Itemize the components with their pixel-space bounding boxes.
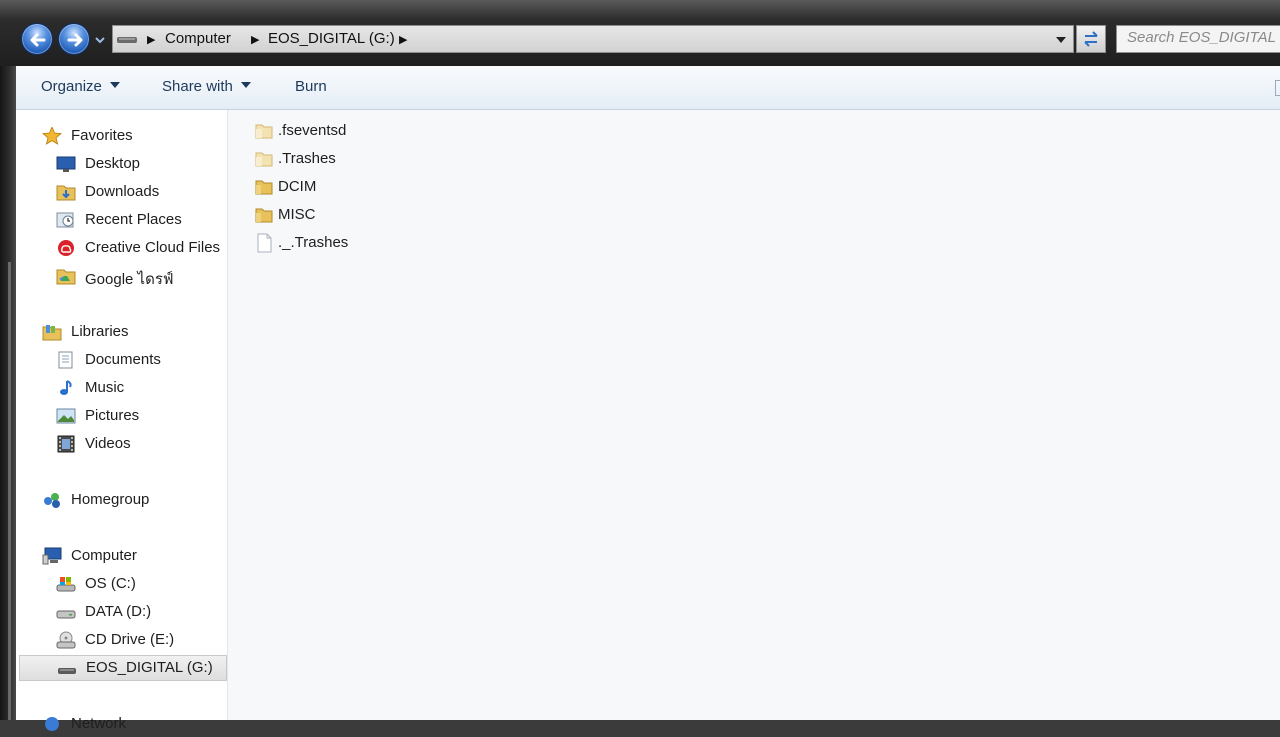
list-item[interactable]: ._.Trashes	[254, 230, 554, 256]
nav-desktop[interactable]: Desktop	[16, 151, 228, 177]
recent-pages-dropdown-icon[interactable]	[93, 33, 107, 47]
libraries-icon	[42, 325, 62, 341]
organize-button[interactable]: Organize	[41, 78, 120, 95]
favorites-star-icon	[42, 127, 62, 145]
recent-places-icon	[56, 212, 74, 228]
nav-homegroup[interactable]: Homegroup	[16, 487, 228, 513]
refresh-icon	[1084, 31, 1098, 47]
command-bar: Organize Share with Burn	[16, 66, 1280, 110]
file-name: .Trashes	[278, 150, 336, 167]
navigation-pane: Favorites Desktop Downloads Recent Place…	[16, 110, 228, 732]
music-icon	[60, 380, 72, 395]
file-name: ._.Trashes	[278, 234, 349, 251]
cd-drive-icon	[56, 631, 76, 649]
list-item[interactable]: .Trashes	[254, 146, 554, 172]
caret-down-icon	[240, 82, 251, 88]
nav-music[interactable]: Music	[16, 375, 228, 401]
file-list: .fseventsd .Trashes DCIM MISC ._.Trashes	[228, 110, 1280, 720]
nav-documents-label: Documents	[85, 351, 161, 368]
nav-libraries[interactable]: Libraries	[16, 319, 228, 345]
view-options-edge[interactable]	[1275, 80, 1280, 96]
nav-cd-drive[interactable]: CD Drive (E:)	[16, 627, 228, 653]
nav-documents[interactable]: Documents	[16, 347, 228, 373]
file-name: DCIM	[278, 178, 317, 195]
nav-pictures-label: Pictures	[85, 407, 140, 424]
network-icon	[45, 717, 59, 731]
address-bar[interactable]: ▶ Computer ▶ EOS_DIGITAL (G:) ▶	[112, 25, 1074, 53]
nav-computer[interactable]: Computer	[16, 543, 228, 569]
share-with-label: Share with	[162, 78, 233, 95]
nav-favorites[interactable]: Favorites	[16, 123, 228, 149]
back-arrow-icon	[30, 33, 46, 47]
nav-music-label: Music	[85, 379, 125, 396]
nav-creative-cloud-files[interactable]: Creative Cloud Files	[16, 235, 228, 261]
nav-recent-places[interactable]: Recent Places	[16, 207, 228, 233]
google-drive-folder-icon	[56, 269, 76, 285]
nav-pictures[interactable]: Pictures	[16, 403, 228, 429]
folder-icon	[255, 180, 273, 195]
breadcrumb-arrow-icon[interactable]: ▶	[147, 33, 155, 46]
nav-os-drive-label: OS (C:)	[85, 575, 136, 592]
nav-creative-cloud-label: Creative Cloud Files	[85, 239, 221, 256]
nav-eos-digital-drive[interactable]: EOS_DIGITAL (G:)	[19, 655, 227, 681]
list-item[interactable]: .fseventsd	[254, 118, 554, 144]
nav-data-drive[interactable]: DATA (D:)	[16, 599, 228, 625]
nav-libraries-label: Libraries	[71, 323, 129, 340]
removable-drive-icon	[58, 668, 76, 674]
computer-icon	[42, 547, 62, 565]
file-icon	[257, 233, 272, 253]
refresh-button[interactable]	[1076, 25, 1106, 53]
nav-computer-label: Computer	[71, 547, 137, 564]
nav-homegroup-label: Homegroup	[71, 491, 150, 508]
nav-videos-label: Videos	[85, 435, 131, 452]
nav-google-drive[interactable]: Google ไดรฟ์	[16, 263, 228, 289]
homegroup-icon	[44, 493, 60, 508]
pictures-icon	[56, 408, 76, 424]
nav-cd-drive-label: CD Drive (E:)	[85, 631, 175, 648]
nav-downloads-label: Downloads	[85, 183, 160, 200]
desktop-icon	[56, 156, 76, 172]
nav-recent-places-label: Recent Places	[85, 211, 182, 228]
forward-arrow-icon	[67, 33, 83, 47]
documents-icon	[58, 351, 73, 369]
nav-network-label: Network	[71, 715, 127, 732]
burn-button[interactable]: Burn	[295, 78, 327, 95]
nav-videos[interactable]: Videos	[16, 431, 228, 457]
search-input[interactable]: Search EOS_DIGITAL (G:)	[1116, 25, 1280, 53]
breadcrumb-arrow-icon[interactable]: ▶	[251, 33, 259, 46]
file-name: .fseventsd	[278, 122, 347, 139]
nav-data-drive-label: DATA (D:)	[85, 603, 152, 620]
breadcrumb-computer[interactable]: Computer	[165, 30, 231, 47]
nav-os-drive[interactable]: OS (C:)	[16, 571, 228, 597]
hard-drive-icon	[56, 610, 76, 619]
nav-favorites-label: Favorites	[71, 127, 133, 144]
file-name: MISC	[278, 206, 316, 223]
back-button[interactable]	[21, 23, 53, 55]
list-item[interactable]: DCIM	[254, 174, 554, 200]
caret-down-icon	[109, 82, 120, 88]
folder-icon	[255, 124, 273, 139]
breadcrumb-eos-digital[interactable]: EOS_DIGITAL (G:)	[268, 30, 395, 47]
address-dropdown-icon[interactable]	[1055, 35, 1067, 45]
organize-label: Organize	[41, 78, 102, 95]
window-frame-left	[0, 66, 16, 720]
list-item[interactable]: MISC	[254, 202, 554, 228]
burn-label: Burn	[295, 78, 327, 95]
explorer-window: Organize Share with Burn Favorites Deskt…	[16, 66, 1280, 732]
nav-eos-digital-label: EOS_DIGITAL (G:)	[86, 659, 213, 676]
os-drive-icon	[56, 577, 76, 592]
breadcrumb-arrow-icon[interactable]: ▶	[399, 33, 407, 46]
nav-desktop-label: Desktop	[85, 155, 141, 172]
videos-icon	[57, 435, 75, 453]
nav-google-drive-label: Google ไดรฟ์	[85, 271, 174, 288]
creative-cloud-icon	[58, 240, 74, 256]
nav-downloads[interactable]: Downloads	[16, 179, 228, 205]
drive-icon	[117, 37, 137, 43]
downloads-folder-icon	[56, 185, 76, 201]
share-with-button[interactable]: Share with	[162, 78, 251, 95]
folder-icon	[255, 152, 273, 167]
nav-network[interactable]: Network	[16, 711, 228, 737]
folder-icon	[255, 208, 273, 223]
forward-button[interactable]	[58, 23, 90, 55]
